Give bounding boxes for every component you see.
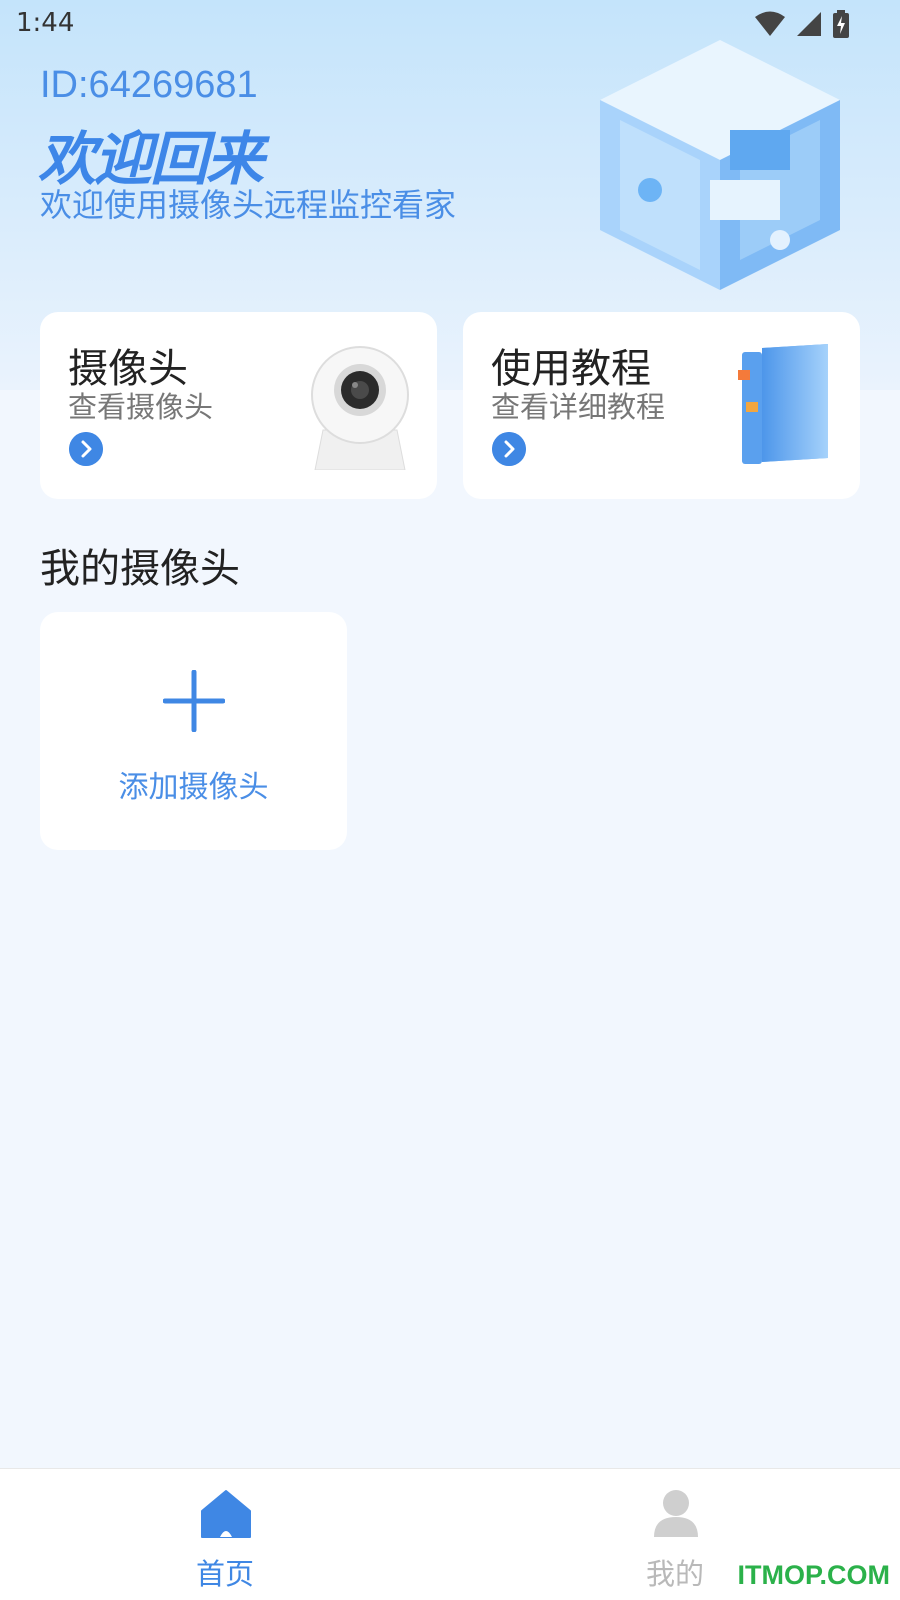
- camera-card[interactable]: 摄像头 查看摄像头: [40, 312, 437, 499]
- tutorial-card[interactable]: 使用教程 查看详细教程: [463, 312, 860, 499]
- nav-label-home: 首页: [195, 1557, 254, 1591]
- battery-charging-icon: [833, 10, 849, 38]
- nav-item-mine[interactable]: 我的: [595, 1469, 755, 1600]
- chevron-right-icon[interactable]: [492, 432, 526, 466]
- wifi-icon: [754, 11, 785, 36]
- nav-label-mine: 我的: [645, 1557, 704, 1591]
- add-camera-label: 添加摄像头: [118, 770, 269, 805]
- book-icon: [738, 344, 828, 464]
- nav-item-home[interactable]: 首页: [145, 1469, 305, 1600]
- camera-card-subtitle: 查看摄像头: [68, 390, 214, 424]
- add-camera-button[interactable]: 添加摄像头: [40, 612, 347, 850]
- room-illustration: [600, 40, 840, 290]
- user-id: ID:64269681: [40, 64, 258, 106]
- my-cameras-title: 我的摄像头: [40, 546, 240, 592]
- home-icon: [201, 1490, 251, 1538]
- status-time: 1:44: [16, 8, 75, 38]
- tutorial-card-subtitle: 查看详细教程: [491, 390, 666, 424]
- welcome-subtitle: 欢迎使用摄像头远程监控看家: [40, 186, 457, 224]
- camera-icon: [311, 346, 409, 470]
- signal-icon: [796, 12, 821, 36]
- plus-icon: [163, 670, 225, 732]
- status-icons: [750, 10, 850, 38]
- user-icon: [654, 1490, 698, 1537]
- watermark: ITMOP.COM: [737, 1560, 890, 1590]
- chevron-right-icon[interactable]: [69, 432, 103, 466]
